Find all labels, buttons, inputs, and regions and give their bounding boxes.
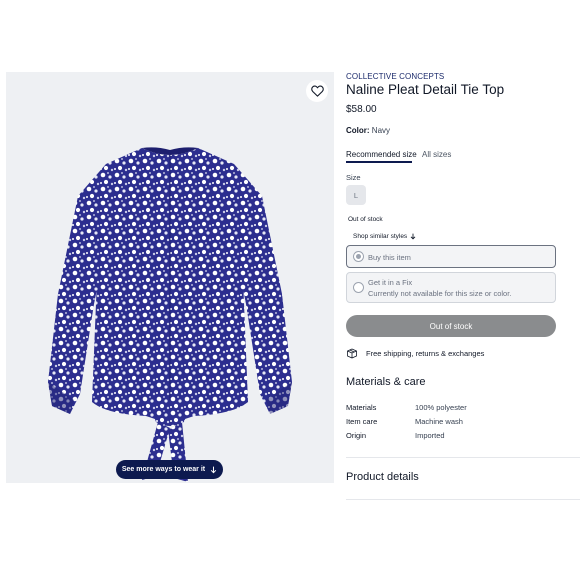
fix-option-note: Currently not available for this size or… bbox=[368, 289, 512, 298]
shipping-label: Free shipping, returns & exchanges bbox=[366, 349, 485, 358]
arrow-down-icon bbox=[410, 233, 416, 240]
spec-key: Origin bbox=[346, 431, 367, 440]
buy-radio[interactable] bbox=[353, 251, 364, 262]
spec-value: Imported bbox=[415, 431, 445, 440]
product-title: Naline Pleat Detail Tie Top bbox=[346, 82, 505, 97]
see-more-ways-button[interactable]: See more ways to wear it bbox=[116, 460, 223, 479]
spec-key: Materials bbox=[346, 403, 377, 412]
radio-selected-dot bbox=[356, 254, 361, 259]
tab-recommended-size[interactable]: Recommended size bbox=[346, 150, 417, 159]
favorite-button[interactable] bbox=[306, 80, 328, 102]
out-of-stock-button[interactable]: Out of stock bbox=[346, 315, 556, 337]
product-price: $58.00 bbox=[346, 104, 377, 115]
spec-value: 100% polyester bbox=[415, 403, 467, 412]
product-details-heading[interactable]: Product details bbox=[346, 471, 419, 483]
buy-option-label: Buy this item bbox=[368, 253, 411, 262]
spec-value: Machine wash bbox=[415, 417, 463, 426]
color-row: Color: Navy bbox=[346, 126, 390, 135]
arrow-down-icon bbox=[210, 466, 217, 473]
product-image-panel: See more ways to wear it bbox=[6, 72, 334, 483]
shipping-info: Free shipping, returns & exchanges bbox=[346, 348, 484, 359]
size-tabs: Recommended size All sizes bbox=[346, 150, 566, 164]
shop-similar-link[interactable]: Shop similar styles bbox=[353, 233, 416, 240]
fix-radio[interactable] bbox=[353, 282, 364, 293]
shop-similar-label: Shop similar styles bbox=[353, 233, 408, 240]
box-icon bbox=[347, 348, 357, 359]
section-divider bbox=[346, 499, 580, 500]
spec-key: Item care bbox=[346, 417, 378, 426]
buy-this-item-option[interactable]: Buy this item bbox=[346, 245, 556, 268]
section-divider bbox=[346, 457, 580, 458]
stock-status: Out of stock bbox=[348, 216, 383, 223]
size-option-l[interactable]: L bbox=[346, 185, 366, 205]
color-label: Color: bbox=[346, 126, 370, 135]
heart-icon bbox=[310, 85, 324, 97]
get-it-in-fix-option[interactable]: Get it in a Fix Currently not available … bbox=[346, 272, 556, 303]
see-more-label: See more ways to wear it bbox=[121, 466, 206, 473]
materials-heading: Materials & care bbox=[346, 376, 426, 388]
tab-all-sizes[interactable]: All sizes bbox=[422, 150, 451, 159]
brand-name[interactable]: COLLECTIVE CONCEPTS bbox=[346, 72, 444, 81]
size-label: Size bbox=[346, 173, 361, 182]
active-tab-indicator bbox=[346, 161, 412, 163]
product-image[interactable] bbox=[44, 144, 296, 486]
fix-option-label: Get it in a Fix bbox=[368, 278, 413, 287]
color-value: Navy bbox=[371, 126, 391, 135]
